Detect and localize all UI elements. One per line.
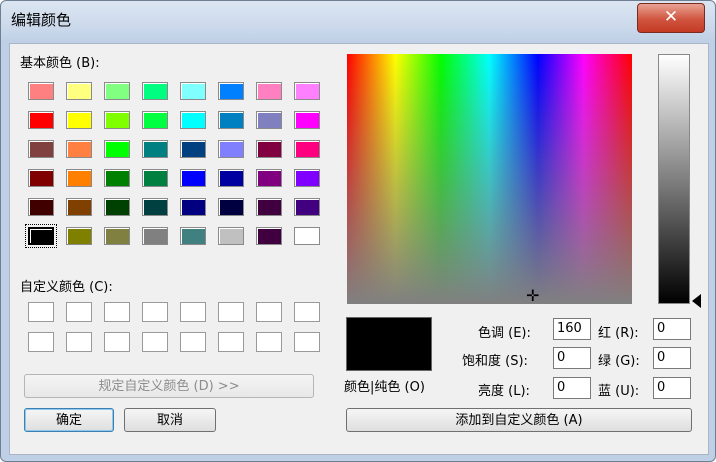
blue-label: 蓝 (U): (598, 384, 640, 399)
basic-color-swatch[interactable] (28, 82, 54, 100)
basic-color-swatch[interactable] (66, 198, 92, 216)
basic-color-swatch[interactable] (294, 111, 320, 129)
custom-color-slot[interactable] (28, 332, 54, 352)
basic-color-swatch[interactable] (180, 82, 206, 100)
basic-color-swatch[interactable] (142, 227, 168, 245)
hue-label: 色调 (E): (478, 326, 531, 341)
preview-label: 颜色|纯色 (O) (344, 380, 425, 395)
basic-color-swatch[interactable] (294, 169, 320, 187)
luminance-slider[interactable] (658, 54, 690, 304)
edit-color-dialog: 编辑颜色 ✕ 基本颜色 (B): 自定义颜色 (C): 规定自定义颜色 (D) … (0, 0, 716, 462)
basic-color-swatch[interactable] (180, 169, 206, 187)
basic-color-swatch[interactable] (256, 169, 282, 187)
basic-color-swatch[interactable] (66, 227, 92, 245)
basic-color-swatch[interactable] (294, 227, 320, 245)
custom-color-slot[interactable] (28, 302, 54, 322)
basic-color-swatch[interactable] (294, 82, 320, 100)
basic-color-swatch[interactable] (28, 140, 54, 158)
ok-button[interactable]: 确定 (24, 408, 114, 432)
basic-color-swatch[interactable] (66, 169, 92, 187)
basic-color-swatch[interactable] (294, 140, 320, 158)
basic-color-swatch[interactable] (25, 224, 57, 248)
custom-color-slot[interactable] (142, 302, 168, 322)
custom-color-slot[interactable] (142, 332, 168, 352)
basic-color-swatch[interactable] (66, 140, 92, 158)
custom-color-slot[interactable] (218, 302, 244, 322)
basic-color-swatch[interactable] (180, 140, 206, 158)
close-button[interactable]: ✕ (637, 3, 705, 33)
basic-color-swatch[interactable] (142, 140, 168, 158)
custom-color-slot[interactable] (180, 332, 206, 352)
basic-color-swatch[interactable] (218, 198, 244, 216)
basic-color-swatch[interactable] (256, 140, 282, 158)
define-custom-colors-button[interactable]: 规定自定义颜色 (D) >> (24, 374, 314, 398)
custom-color-slot[interactable] (66, 332, 92, 352)
custom-color-slot[interactable] (180, 302, 206, 322)
custom-color-slot[interactable] (294, 332, 320, 352)
dialog-title: 编辑颜色 (11, 11, 72, 29)
crosshair-icon: ✛ (526, 286, 540, 305)
basic-color-swatch[interactable] (28, 111, 54, 129)
basic-color-swatch[interactable] (180, 111, 206, 129)
basic-color-swatch[interactable] (104, 82, 130, 100)
basic-color-swatch[interactable] (104, 169, 130, 187)
basic-color-swatch[interactable] (104, 140, 130, 158)
custom-color-slot[interactable] (66, 302, 92, 322)
basic-colors-label: 基本颜色 (B): (20, 56, 100, 71)
title-bar: 编辑颜色 ✕ (1, 1, 715, 39)
luminance-label: 亮度 (L): (478, 384, 530, 399)
basic-color-swatch[interactable] (256, 82, 282, 100)
basic-color-swatch[interactable] (142, 198, 168, 216)
basic-color-swatch[interactable] (28, 198, 54, 216)
basic-color-swatch[interactable] (218, 140, 244, 158)
red-input[interactable] (653, 318, 691, 340)
basic-color-swatch[interactable] (218, 82, 244, 100)
hue-input[interactable] (553, 318, 591, 340)
basic-color-swatch[interactable] (66, 82, 92, 100)
basic-color-swatch[interactable] (218, 169, 244, 187)
red-label: 红 (R): (598, 326, 639, 341)
basic-color-swatch[interactable] (142, 82, 168, 100)
cancel-button[interactable]: 取消 (124, 408, 216, 432)
basic-color-swatch[interactable] (180, 198, 206, 216)
color-spectrum[interactable] (347, 54, 632, 304)
saturation-label: 饱和度 (S): (462, 354, 528, 369)
basic-color-swatch[interactable] (180, 227, 206, 245)
basic-color-swatch[interactable] (218, 227, 244, 245)
basic-color-swatch[interactable] (104, 111, 130, 129)
custom-color-slot[interactable] (218, 332, 244, 352)
dialog-body: 基本颜色 (B): 自定义颜色 (C): 规定自定义颜色 (D) >> 确定 取… (9, 43, 709, 455)
basic-color-swatch[interactable] (142, 111, 168, 129)
basic-color-swatch[interactable] (66, 111, 92, 129)
basic-color-swatch[interactable] (142, 169, 168, 187)
green-input[interactable] (653, 347, 691, 369)
saturation-input[interactable] (553, 347, 591, 369)
color-preview (346, 317, 432, 371)
basic-color-swatch[interactable] (256, 198, 282, 216)
custom-color-slot[interactable] (104, 302, 130, 322)
custom-color-slot[interactable] (256, 302, 282, 322)
custom-color-slot[interactable] (104, 332, 130, 352)
blue-input[interactable] (653, 377, 691, 399)
custom-color-slot[interactable] (256, 332, 282, 352)
basic-color-swatch[interactable] (218, 111, 244, 129)
basic-color-swatch[interactable] (256, 227, 282, 245)
custom-colors-label: 自定义颜色 (C): (20, 280, 113, 295)
basic-color-swatch[interactable] (104, 227, 130, 245)
basic-color-swatch[interactable] (256, 111, 282, 129)
basic-color-swatch[interactable] (104, 198, 130, 216)
add-to-custom-colors-button[interactable]: 添加到自定义颜色 (A) (346, 408, 692, 432)
luminance-input[interactable] (553, 377, 591, 399)
custom-color-slot[interactable] (294, 302, 320, 322)
green-label: 绿 (G): (598, 354, 640, 369)
luminance-arrow-icon[interactable] (692, 294, 701, 308)
basic-color-swatch[interactable] (294, 198, 320, 216)
basic-color-swatch[interactable] (28, 169, 54, 187)
